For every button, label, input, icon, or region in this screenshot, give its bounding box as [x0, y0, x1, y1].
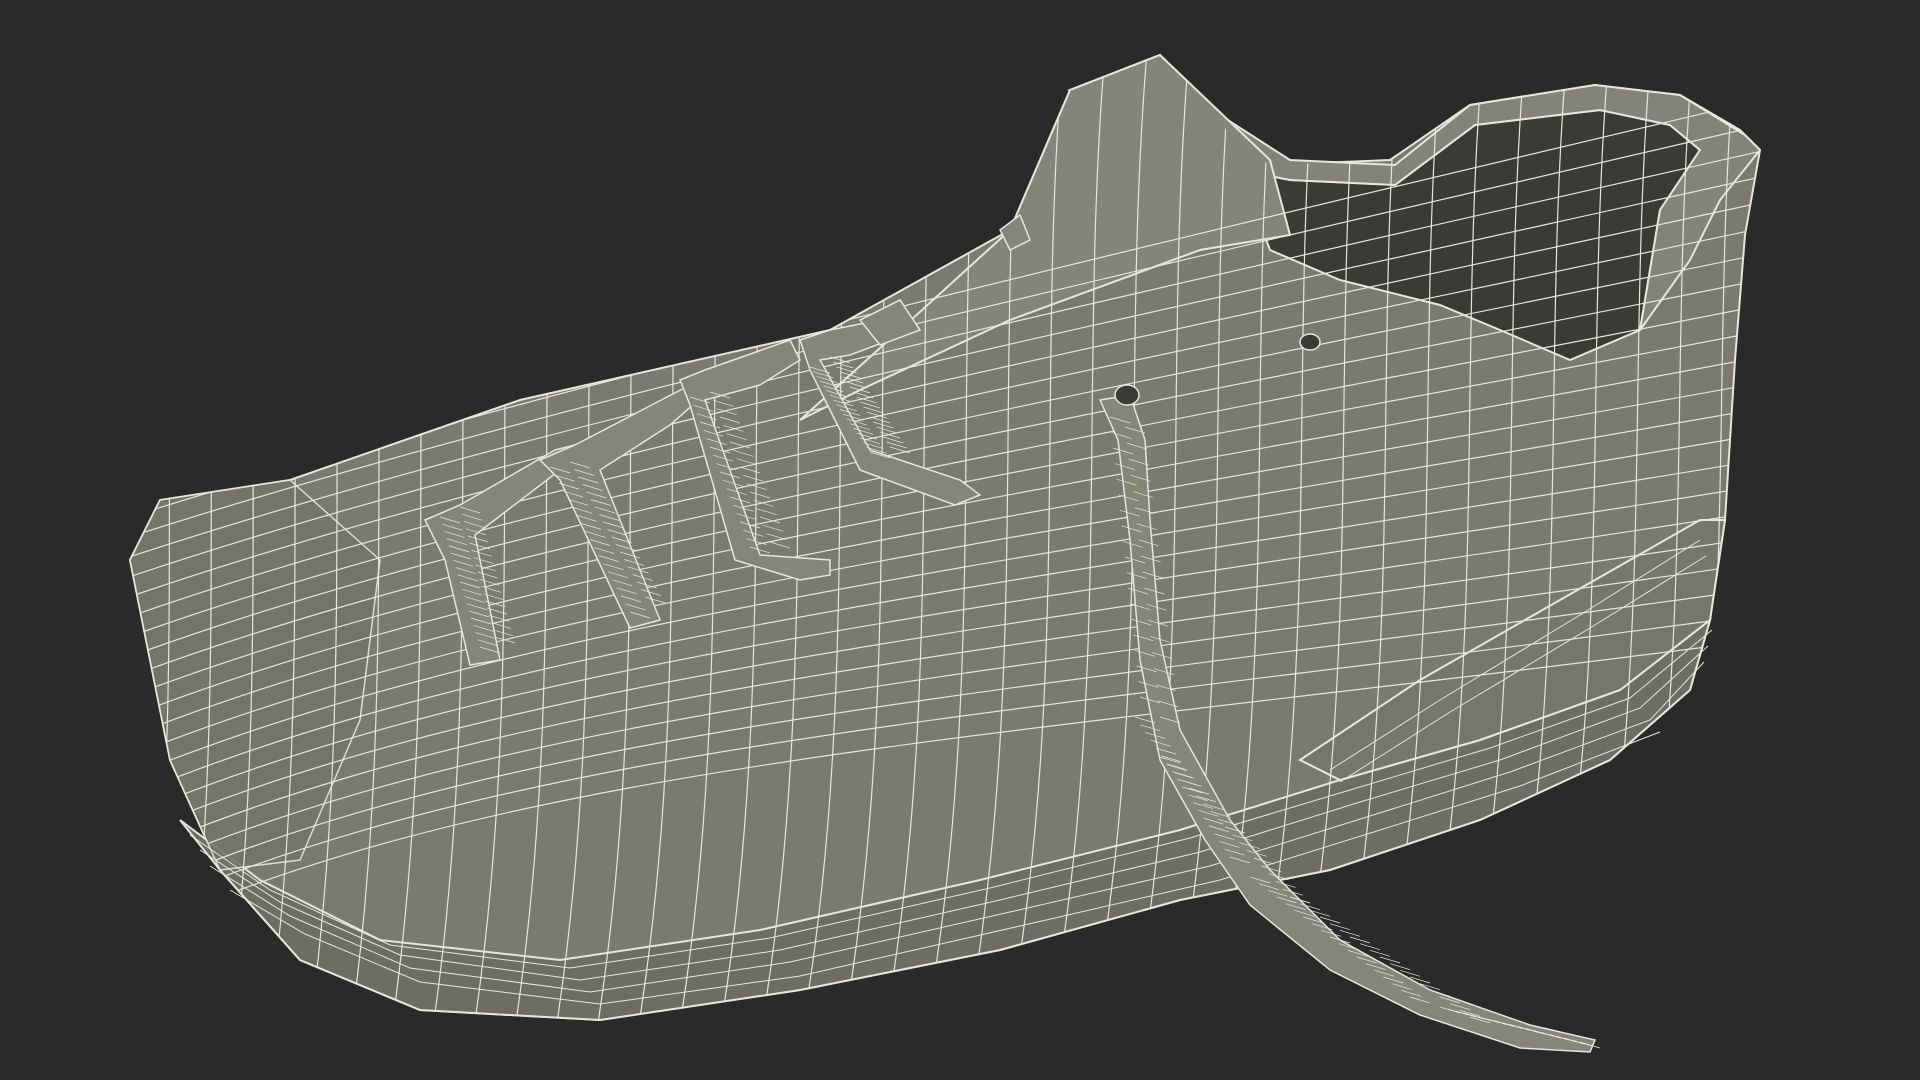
render-viewport — [0, 0, 1920, 1080]
lace-mesh-edge — [1349, 936, 1371, 944]
lace-mesh-edge — [1359, 943, 1381, 951]
lace-mesh-edge — [1329, 923, 1351, 931]
shoe-render — [128, 53, 1762, 1053]
shoe-body — [128, 53, 1762, 1022]
lace-eyelet — [1114, 384, 1140, 406]
lace-mesh-edge — [1379, 956, 1401, 964]
lace-mesh-edge — [1369, 949, 1391, 957]
lace-mesh-edge — [1339, 929, 1361, 937]
lace-eyelet — [1299, 333, 1321, 351]
